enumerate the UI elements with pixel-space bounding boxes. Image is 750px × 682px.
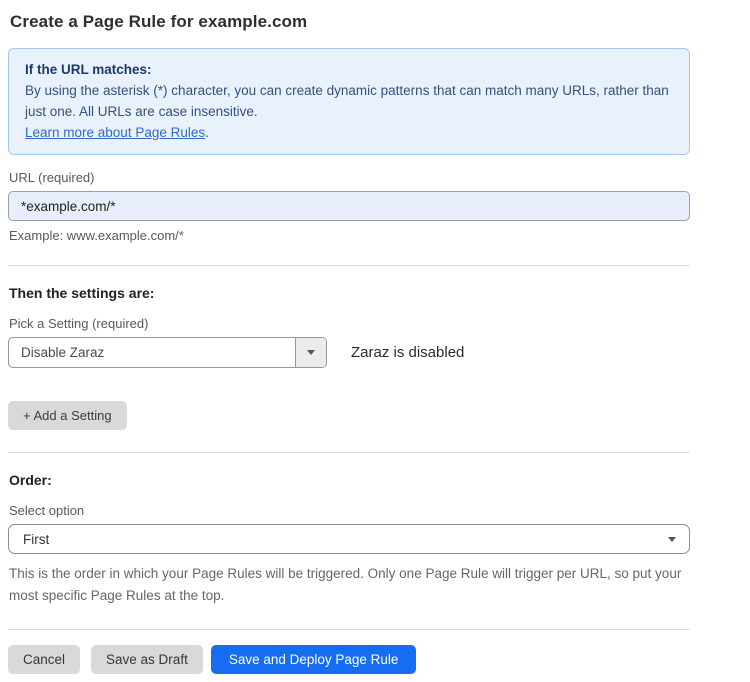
url-field-helper: Example: www.example.com/* (9, 228, 690, 243)
caret-down-icon (307, 350, 315, 355)
footer-divider (8, 629, 690, 630)
chevron-down-icon (668, 537, 676, 542)
setting-dropdown[interactable]: Disable Zaraz (8, 337, 327, 368)
url-field-label: URL (required) (9, 170, 690, 185)
link-suffix: . (205, 125, 209, 140)
setting-dropdown-value: Disable Zaraz (9, 338, 295, 367)
order-select[interactable]: First (8, 524, 690, 554)
url-input[interactable] (8, 191, 690, 221)
order-helper-text: This is the order in which your Page Rul… (9, 563, 690, 607)
section-divider (8, 452, 690, 453)
order-section-heading: Order: (9, 472, 690, 488)
setting-dropdown-arrow-button[interactable] (295, 338, 326, 367)
info-box-heading: If the URL matches: (25, 59, 673, 80)
add-setting-button[interactable]: + Add a Setting (8, 401, 127, 430)
setting-row: Disable Zaraz Zaraz is disabled (8, 337, 690, 368)
settings-section-heading: Then the settings are: (9, 285, 690, 301)
info-box-body: By using the asterisk (*) character, you… (25, 80, 673, 122)
order-select-value: First (23, 532, 49, 547)
order-select-label: Select option (9, 503, 690, 518)
section-divider (8, 265, 690, 266)
learn-more-link[interactable]: Learn more about Page Rules (25, 125, 205, 140)
info-box-link-line: Learn more about Page Rules. (25, 122, 673, 143)
page-rule-form: Create a Page Rule for example.com If th… (8, 12, 690, 674)
page-title: Create a Page Rule for example.com (10, 12, 690, 32)
url-match-info-box: If the URL matches: By using the asteris… (8, 48, 690, 155)
pick-setting-label: Pick a Setting (required) (9, 316, 690, 331)
setting-status-text: Zaraz is disabled (351, 344, 464, 361)
